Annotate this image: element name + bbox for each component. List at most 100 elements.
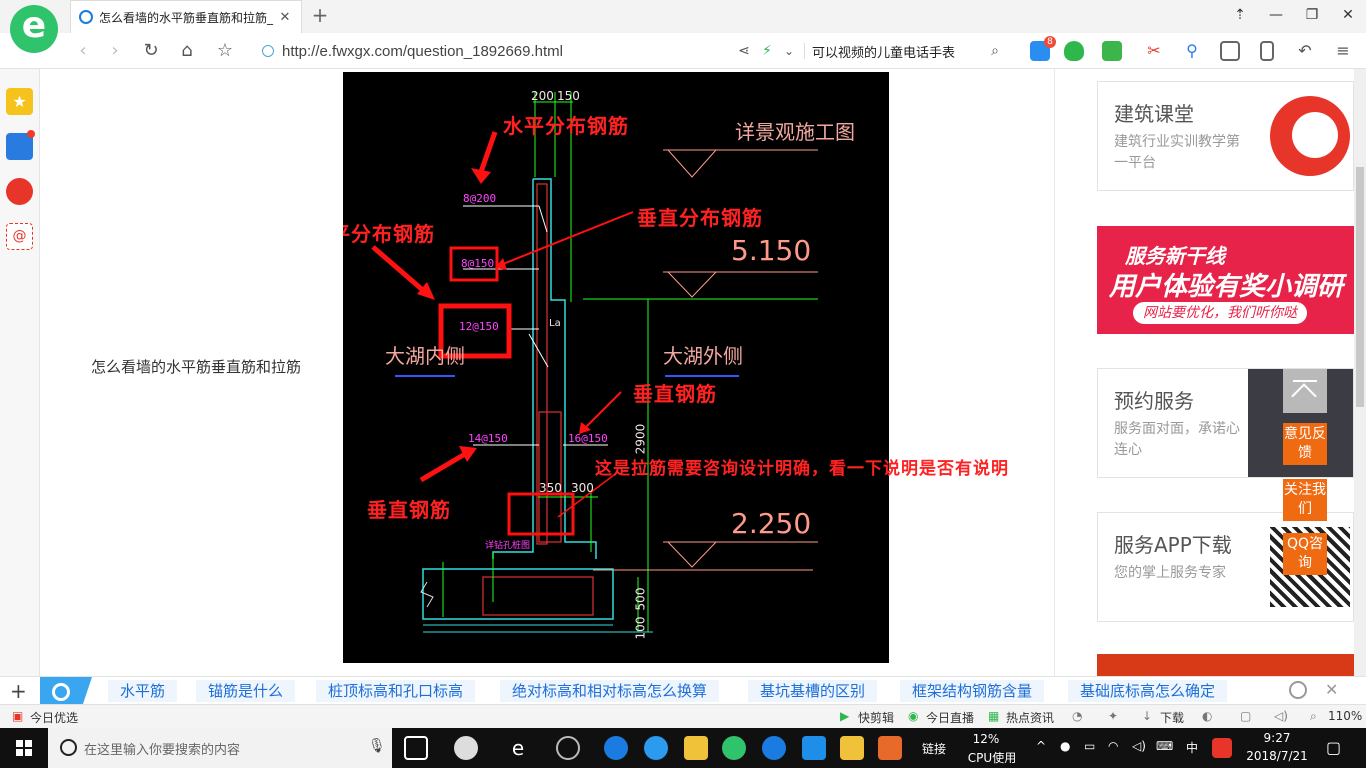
favorites-star-icon[interactable]: ★ bbox=[6, 88, 33, 115]
zoom-level[interactable]: 110% bbox=[1328, 709, 1362, 723]
clock-date[interactable]: 2018/7/21 bbox=[1246, 749, 1308, 763]
shopping-shield-icon[interactable] bbox=[1064, 41, 1084, 61]
follow-us-button[interactable]: 关注我们 bbox=[1283, 479, 1327, 521]
live-link[interactable]: 今日直播 bbox=[926, 709, 974, 726]
back-icon[interactable]: ‹ bbox=[70, 38, 96, 64]
divider bbox=[804, 43, 805, 59]
cad-annotation: 大湖外侧 bbox=[663, 344, 743, 368]
magnifier-icon[interactable]: ⚲ bbox=[1182, 41, 1202, 61]
notification-dot bbox=[27, 130, 35, 138]
taskbar-search[interactable]: 在这里输入你要搜索的内容 🎙 bbox=[48, 728, 392, 768]
email-icon[interactable]: @ bbox=[6, 223, 33, 250]
ad-strip[interactable] bbox=[1097, 654, 1354, 676]
battery-icon[interactable]: ▭ bbox=[1084, 739, 1095, 753]
edge-browser-icon[interactable] bbox=[604, 736, 628, 760]
ime-indicator[interactable]: 中 bbox=[1186, 739, 1198, 756]
clock-time[interactable]: 9:27 bbox=[1246, 731, 1308, 745]
course-card[interactable]: 建筑课堂 建筑行业实训教学第一平台 bbox=[1097, 81, 1354, 191]
clean-icon[interactable]: ◐ bbox=[1202, 709, 1212, 723]
pdf-app-icon[interactable] bbox=[878, 736, 902, 760]
card-title: 服务APP下载 bbox=[1114, 533, 1232, 557]
reading-mode-icon[interactable] bbox=[1260, 41, 1274, 61]
translate-icon[interactable] bbox=[1102, 41, 1122, 61]
weibo-icon[interactable] bbox=[6, 178, 33, 205]
ie-e-icon[interactable]: e bbox=[506, 736, 530, 760]
today-picks-link[interactable]: 今日优选 bbox=[30, 709, 78, 726]
restore-button[interactable]: ❐ bbox=[1294, 0, 1330, 33]
video-edit-icon[interactable]: ▶ bbox=[840, 709, 849, 723]
news-icon[interactable]: ▦ bbox=[988, 709, 999, 723]
tray-expand-icon[interactable]: ^ bbox=[1036, 739, 1046, 753]
home-icon[interactable]: ⌂ bbox=[174, 38, 200, 64]
settings-gear-icon[interactable] bbox=[1289, 681, 1307, 699]
repair-icon[interactable]: ✦ bbox=[1108, 709, 1118, 723]
search-input[interactable] bbox=[812, 39, 1008, 63]
forward-icon[interactable]: › bbox=[102, 38, 128, 64]
mode-dropdown-icon[interactable]: ⌄ bbox=[776, 38, 802, 64]
related-link[interactable]: 桩顶标高和孔口标高 bbox=[316, 680, 476, 702]
related-link[interactable]: 基坑基槽的区别 bbox=[748, 680, 878, 702]
undo-icon[interactable]: ↶ bbox=[1292, 38, 1318, 64]
feedback-button[interactable]: 意见反馈 bbox=[1283, 423, 1327, 465]
browser-tab[interactable]: 怎么看墙的水平筋垂直筋和拉筋_ ✕ bbox=[70, 0, 302, 33]
related-search-icon bbox=[40, 677, 92, 705]
task-view-icon[interactable] bbox=[404, 736, 428, 760]
close-window-button[interactable]: ✕ bbox=[1330, 0, 1366, 33]
url-text: http://e.fwxgx.com/question_1892669.html bbox=[282, 42, 564, 60]
news-link[interactable]: 热点资讯 bbox=[1006, 709, 1054, 726]
related-link[interactable]: 水平筋 bbox=[108, 680, 178, 702]
gift-icon[interactable]: ▣ bbox=[12, 709, 23, 723]
related-link[interactable]: 绝对标高和相对标高怎么换算 bbox=[500, 680, 720, 702]
dim-label: 500 bbox=[633, 587, 648, 611]
taskbar-search-placeholder: 在这里输入你要搜索的内容 bbox=[84, 743, 241, 758]
tray-app-icon[interactable]: ● bbox=[1060, 739, 1070, 753]
related-link[interactable]: 锚筋是什么 bbox=[196, 680, 296, 702]
minimize-button[interactable]: — bbox=[1258, 0, 1294, 33]
cad-drawing-image: 200 150 水平分布钢筋 详景观施工图 8@200 垂直分布钢筋 水平分布钢… bbox=[343, 72, 889, 663]
download-link[interactable]: 下载 bbox=[1160, 709, 1184, 726]
apps-grid-icon[interactable] bbox=[1220, 41, 1240, 61]
screenshot-scissors-icon[interactable]: ✂ bbox=[1144, 41, 1164, 61]
add-icon[interactable]: + bbox=[10, 679, 27, 703]
app-g-icon[interactable] bbox=[762, 736, 786, 760]
favorite-star-icon[interactable]: ☆ bbox=[212, 38, 238, 64]
zoom-icon[interactable]: ⌕ bbox=[1310, 709, 1317, 724]
menu-icon[interactable]: ≡ bbox=[1330, 38, 1356, 64]
qq-consult-button[interactable]: QQ咨询 bbox=[1283, 533, 1327, 575]
internet-explorer-icon[interactable] bbox=[644, 736, 668, 760]
performance-icon[interactable]: ◔ bbox=[1072, 709, 1082, 723]
notes-app-icon[interactable] bbox=[840, 736, 864, 760]
survey-banner[interactable]: 服务新干线 用户体验有奖小调研 网站要优化，我们听你哒 bbox=[1097, 226, 1354, 334]
quick-edit-link[interactable]: 快剪辑 bbox=[858, 709, 894, 726]
app-swirl-icon[interactable] bbox=[556, 736, 580, 760]
scrollbar-thumb[interactable] bbox=[1356, 167, 1364, 407]
close-icon[interactable]: ✕ bbox=[1325, 680, 1338, 699]
microphone-icon[interactable]: 🎙 bbox=[368, 738, 386, 754]
back-to-top-icon[interactable] bbox=[1283, 369, 1327, 413]
page-scrollbar[interactable] bbox=[1354, 69, 1366, 676]
volume-icon[interactable]: ◁) bbox=[1132, 739, 1146, 753]
sound-icon[interactable]: ◁) bbox=[1274, 709, 1288, 723]
keyboard-icon[interactable]: ⌨ bbox=[1156, 739, 1173, 753]
live-icon[interactable]: ◉ bbox=[908, 709, 918, 723]
download-icon[interactable]: ↓ bbox=[1142, 709, 1152, 723]
action-center-icon[interactable]: ▢ bbox=[1326, 738, 1341, 757]
windows-start-icon[interactable] bbox=[16, 740, 32, 756]
app-pinwheel-icon[interactable] bbox=[454, 736, 478, 760]
browser-logo-icon[interactable] bbox=[10, 5, 58, 53]
related-link[interactable]: 框架结构钢筋含量 bbox=[900, 680, 1045, 702]
browser-2345-icon[interactable] bbox=[722, 736, 746, 760]
related-link[interactable]: 基础底标高怎么确定 bbox=[1068, 680, 1228, 702]
skin-button[interactable]: ⇡ bbox=[1222, 0, 1258, 33]
sogou-ime-icon[interactable] bbox=[1212, 738, 1232, 758]
tab-close-icon[interactable]: ✕ bbox=[277, 10, 293, 25]
file-explorer-icon[interactable] bbox=[684, 736, 708, 760]
app-plus-icon[interactable] bbox=[802, 736, 826, 760]
new-tab-button[interactable]: + bbox=[308, 4, 332, 28]
link-label[interactable]: 链接 bbox=[922, 740, 946, 757]
window-icon[interactable]: ▢ bbox=[1240, 709, 1251, 723]
wifi-icon[interactable]: ◠ bbox=[1108, 739, 1118, 753]
search-icon[interactable]: ⌕ bbox=[982, 38, 1008, 64]
address-bar[interactable]: http://e.fwxgx.com/question_1892669.html bbox=[262, 38, 722, 64]
refresh-icon[interactable]: ↻ bbox=[138, 38, 164, 64]
